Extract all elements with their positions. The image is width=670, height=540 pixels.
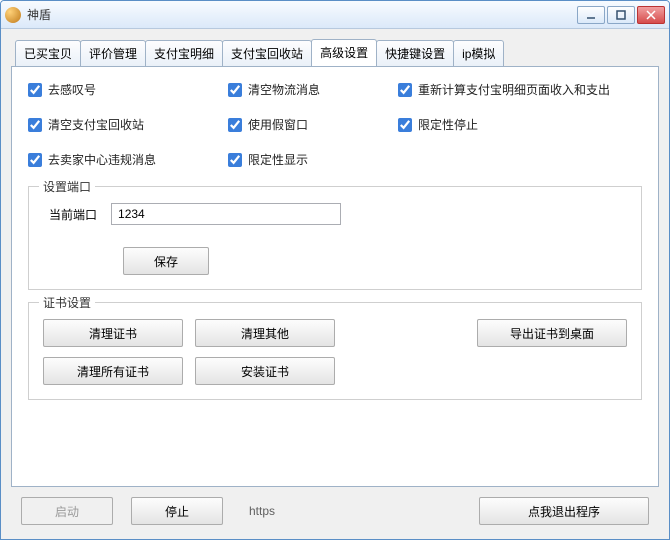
- export-cert-button[interactable]: 导出证书到桌面: [477, 319, 627, 347]
- check-label: 清空物流消息: [248, 81, 320, 98]
- client-area: 已买宝贝 评价管理 支付宝明细 支付宝回收站 高级设置 快捷键设置 ip模拟 去…: [1, 29, 669, 539]
- check-label: 使用假窗口: [248, 116, 308, 133]
- tabs: 已买宝贝 评价管理 支付宝明细 支付宝回收站 高级设置 快捷键设置 ip模拟: [15, 39, 659, 66]
- clear-cert-button[interactable]: 清理证书: [43, 319, 183, 347]
- tab-reviews[interactable]: 评价管理: [80, 40, 146, 67]
- check-remove-exclaim[interactable]: 去感叹号: [28, 81, 228, 98]
- port-fieldset: 设置端口 当前端口 保存: [28, 186, 642, 290]
- check-limited-display[interactable]: 限定性显示: [228, 151, 398, 168]
- port-legend: 设置端口: [39, 178, 95, 195]
- check-label: 限定性显示: [248, 151, 308, 168]
- tab-purchased[interactable]: 已买宝贝: [15, 40, 81, 67]
- check-limited-stop[interactable]: 限定性停止: [398, 116, 642, 133]
- check-remove-seller-violation[interactable]: 去卖家中心违规消息: [28, 151, 228, 168]
- stop-button[interactable]: 停止: [131, 497, 223, 525]
- check-label: 清空支付宝回收站: [48, 116, 144, 133]
- check-label: 去卖家中心违规消息: [48, 151, 156, 168]
- check-label: 限定性停止: [418, 116, 478, 133]
- tab-ip-sim[interactable]: ip模拟: [453, 40, 504, 67]
- maximize-button[interactable]: [607, 6, 635, 24]
- start-button: 启动: [21, 497, 113, 525]
- titlebar: 神盾: [1, 1, 669, 29]
- close-button[interactable]: [637, 6, 665, 24]
- check-fake-window[interactable]: 使用假窗口: [228, 116, 398, 133]
- window-title: 神盾: [27, 6, 51, 23]
- check-clear-alipay-recycle[interactable]: 清空支付宝回收站: [28, 116, 228, 133]
- tab-advanced[interactable]: 高级设置: [311, 39, 377, 66]
- app-window: 神盾 已买宝贝 评价管理 支付宝明细 支付宝回收站 高级设置 快捷键设置 ip模…: [0, 0, 670, 540]
- check-clear-logistics[interactable]: 清空物流消息: [228, 81, 398, 98]
- port-label: 当前端口: [49, 206, 97, 223]
- check-recalc-alipay[interactable]: 重新计算支付宝明细页面收入和支出: [398, 81, 642, 98]
- exit-button[interactable]: 点我退出程序: [479, 497, 649, 525]
- https-label: https: [249, 504, 275, 518]
- minimize-button[interactable]: [577, 6, 605, 24]
- tab-hotkeys[interactable]: 快捷键设置: [376, 40, 454, 67]
- window-controls: [577, 6, 665, 24]
- port-input[interactable]: [111, 203, 341, 225]
- install-cert-button[interactable]: 安装证书: [195, 357, 335, 385]
- cert-legend: 证书设置: [39, 294, 95, 311]
- save-button[interactable]: 保存: [123, 247, 209, 275]
- bottom-bar: 启动 停止 https 点我退出程序: [11, 487, 659, 531]
- clear-other-button[interactable]: 清理其他: [195, 319, 335, 347]
- check-label: 去感叹号: [48, 81, 96, 98]
- tab-alipay-recycle[interactable]: 支付宝回收站: [222, 40, 312, 67]
- check-label: 重新计算支付宝明细页面收入和支出: [418, 81, 610, 98]
- tab-alipay-detail[interactable]: 支付宝明细: [145, 40, 223, 67]
- options-grid: 去感叹号 清空物流消息 重新计算支付宝明细页面收入和支出 清空支付宝回收站 使用…: [28, 81, 642, 168]
- cert-fieldset: 证书设置 清理证书 清理其他 导出证书到桌面 清理所有证书 安装证书: [28, 302, 642, 400]
- tab-panel: 去感叹号 清空物流消息 重新计算支付宝明细页面收入和支出 清空支付宝回收站 使用…: [11, 66, 659, 487]
- app-icon: [5, 7, 21, 23]
- clear-all-cert-button[interactable]: 清理所有证书: [43, 357, 183, 385]
